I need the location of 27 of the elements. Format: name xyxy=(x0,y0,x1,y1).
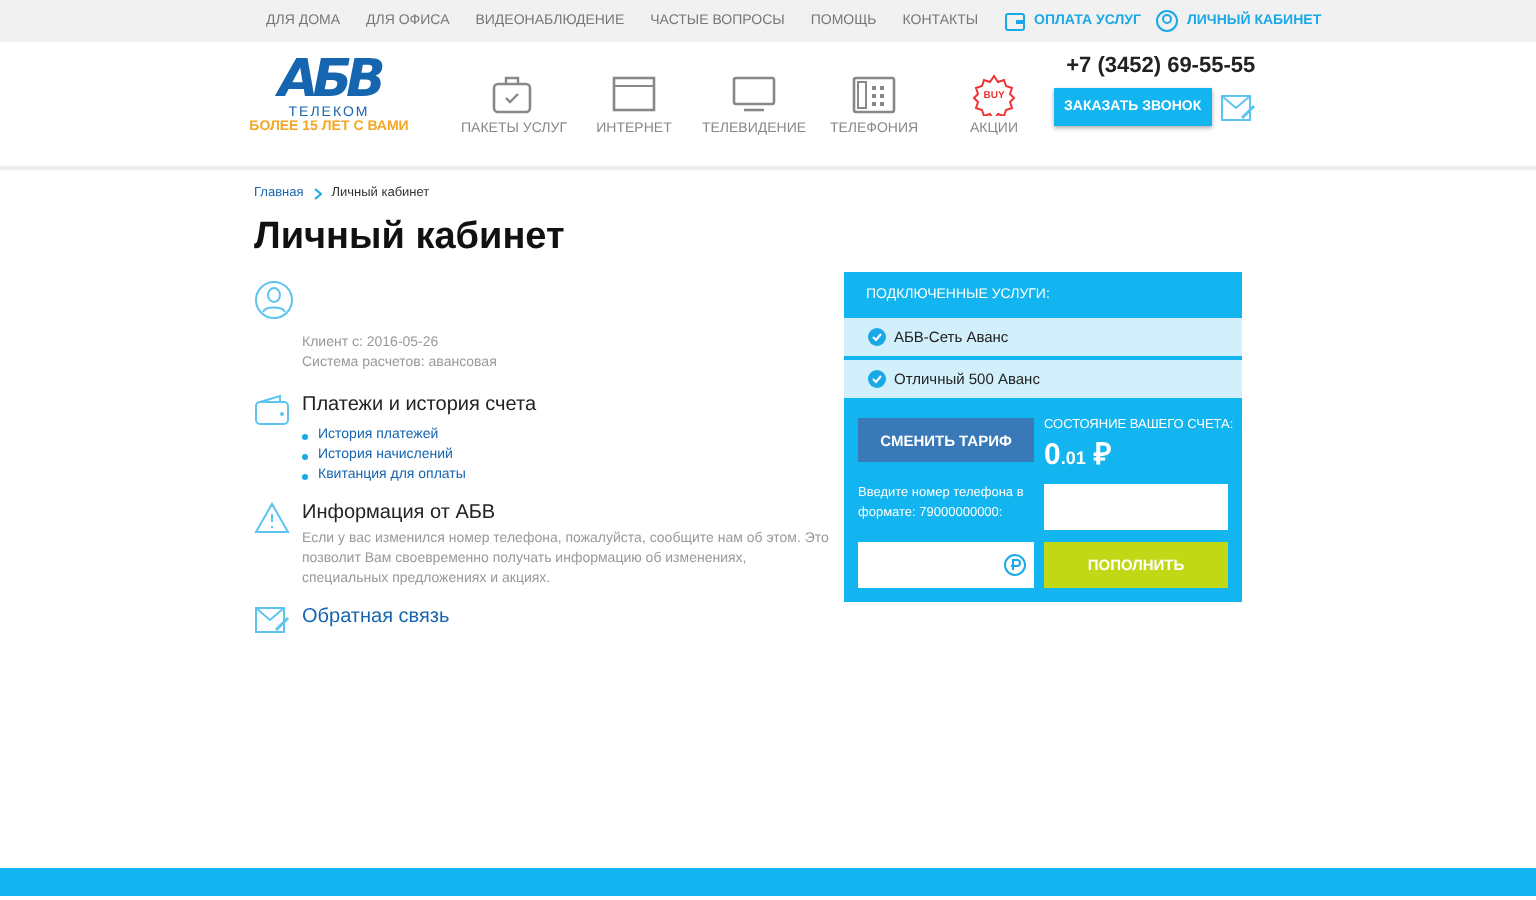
internet-icon xyxy=(610,74,658,116)
phone-icon xyxy=(850,74,898,116)
user-icon xyxy=(1156,10,1179,32)
check-icon xyxy=(868,328,886,346)
starburst-icon xyxy=(970,74,1018,116)
amount-input[interactable] xyxy=(858,542,1034,588)
check-icon xyxy=(868,370,886,388)
user-avatar-icon xyxy=(254,280,294,320)
phone-number: +7 (3452) 69-55-55 xyxy=(1066,54,1256,78)
phone-input[interactable] xyxy=(1044,484,1228,530)
page-title: Личный кабинет xyxy=(254,216,567,260)
warning-icon xyxy=(254,502,290,534)
bullet-icon xyxy=(302,453,308,459)
envelope-pen-icon[interactable] xyxy=(1219,93,1256,121)
chevron-icon xyxy=(313,187,322,199)
envelope-pen-icon xyxy=(254,606,290,634)
wallet-icon xyxy=(1004,11,1027,31)
feedback-link[interactable]: Обратная связь xyxy=(302,606,450,634)
wallet-icon xyxy=(254,394,290,426)
balance-amount: 0.01 ₽ xyxy=(1044,436,1115,472)
section-heading: Платежи и история счета xyxy=(302,394,537,416)
bullet-icon xyxy=(302,433,308,439)
logo[interactable]: АБВ xyxy=(278,54,380,106)
section-heading: Информация от АБВ xyxy=(302,502,498,524)
tv-icon xyxy=(730,74,778,116)
ruble-icon xyxy=(1004,554,1026,576)
bullet-icon xyxy=(302,473,308,479)
